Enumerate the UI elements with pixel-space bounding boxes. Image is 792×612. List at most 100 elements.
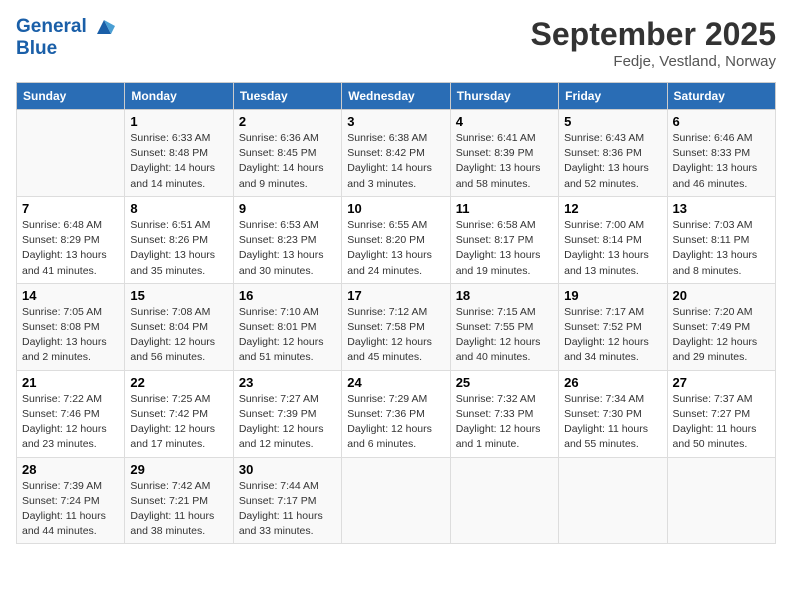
day-info: Sunrise: 7:00 AMSunset: 8:14 PMDaylight:… — [564, 218, 661, 279]
logo-text: General — [16, 16, 115, 38]
day-cell: 8 Sunrise: 6:51 AMSunset: 8:26 PMDaylight… — [125, 196, 233, 283]
day-number: 9 — [239, 201, 336, 216]
day-cell: 9 Sunrise: 6:53 AMSunset: 8:23 PMDaylight… — [233, 196, 341, 283]
day-number: 19 — [564, 288, 661, 303]
day-cell — [342, 457, 450, 544]
header-cell-wednesday: Wednesday — [342, 83, 450, 110]
day-info: Sunrise: 7:17 AMSunset: 7:52 PMDaylight:… — [564, 305, 661, 366]
day-cell: 20Sunrise: 7:20 AMSunset: 7:49 PMDayligh… — [667, 283, 775, 370]
day-cell: 27 Sunrise: 7:37 AMSunset: 7:27 PMDayligh… — [667, 370, 775, 457]
day-cell: 2Sunrise: 6:36 AMSunset: 8:45 PMDaylight… — [233, 110, 341, 197]
week-row-2: 7Sunrise: 6:48 AMSunset: 8:29 PMDaylight… — [17, 196, 776, 283]
day-info: Sunrise: 7:34 AMSunset: 7:30 PMDaylight:… — [564, 392, 661, 453]
page-header: General Blue September 2025 Fedje, Vestl… — [16, 16, 776, 70]
day-cell: 22 Sunrise: 7:25 AMSunset: 7:42 PMDayligh… — [125, 370, 233, 457]
day-info: Sunrise: 7:29 AMSunset: 7:36 PMDaylight:… — [347, 392, 444, 453]
day-number: 4 — [456, 114, 553, 129]
day-cell: 12 Sunrise: 7:00 AMSunset: 8:14 PMDayligh… — [559, 196, 667, 283]
header-cell-thursday: Thursday — [450, 83, 558, 110]
day-number: 12 — [564, 201, 661, 216]
day-cell: 23Sunrise: 7:27 AMSunset: 7:39 PMDayligh… — [233, 370, 341, 457]
day-info: Sunrise: 6:51 AMSunset: 8:26 PMDaylight:… — [130, 218, 227, 279]
day-cell: 15 Sunrise: 7:08 AMSunset: 8:04 PMDayligh… — [125, 283, 233, 370]
day-number: 1 — [130, 114, 227, 129]
day-cell — [559, 457, 667, 544]
day-cell: 29 Sunrise: 7:42 AMSunset: 7:21 PMDayligh… — [125, 457, 233, 544]
day-info: Sunrise: 7:03 AMSunset: 8:11 PMDaylight:… — [673, 218, 770, 279]
week-row-4: 21 Sunrise: 7:22 AMSunset: 7:46 PMDayligh… — [17, 370, 776, 457]
day-info: Sunrise: 6:33 AMSunset: 8:48 PMDaylight:… — [130, 131, 227, 192]
day-info: Sunrise: 7:12 AMSunset: 7:58 PMDaylight:… — [347, 305, 444, 366]
day-info: Sunrise: 7:10 AMSunset: 8:01 PMDaylight:… — [239, 305, 336, 366]
day-number: 2 — [239, 114, 336, 129]
day-number: 30 — [239, 462, 336, 477]
day-cell: 26 Sunrise: 7:34 AMSunset: 7:30 PMDayligh… — [559, 370, 667, 457]
day-info: Sunrise: 6:41 AMSunset: 8:39 PMDaylight:… — [456, 131, 553, 192]
day-info: Sunrise: 7:27 AMSunset: 7:39 PMDaylight:… — [239, 392, 336, 453]
day-cell: 17Sunrise: 7:12 AMSunset: 7:58 PMDayligh… — [342, 283, 450, 370]
header-row: SundayMondayTuesdayWednesdayThursdayFrid… — [17, 83, 776, 110]
day-cell: 1 Sunrise: 6:33 AMSunset: 8:48 PMDaylight… — [125, 110, 233, 197]
day-cell: 16 Sunrise: 7:10 AMSunset: 8:01 PMDayligh… — [233, 283, 341, 370]
day-cell: 10 Sunrise: 6:55 AMSunset: 8:20 PMDayligh… — [342, 196, 450, 283]
week-row-3: 14 Sunrise: 7:05 AMSunset: 8:08 PMDayligh… — [17, 283, 776, 370]
day-cell — [667, 457, 775, 544]
day-number: 26 — [564, 375, 661, 390]
day-cell — [450, 457, 558, 544]
day-info: Sunrise: 7:42 AMSunset: 7:21 PMDaylight:… — [130, 479, 227, 540]
week-row-5: 28 Sunrise: 7:39 AMSunset: 7:24 PMDayligh… — [17, 457, 776, 544]
day-info: Sunrise: 7:25 AMSunset: 7:42 PMDaylight:… — [130, 392, 227, 453]
day-number: 14 — [22, 288, 119, 303]
day-info: Sunrise: 7:44 AMSunset: 7:17 PMDaylight:… — [239, 479, 336, 540]
day-info: Sunrise: 6:53 AMSunset: 8:23 PMDaylight:… — [239, 218, 336, 279]
header-cell-sunday: Sunday — [17, 83, 125, 110]
day-number: 10 — [347, 201, 444, 216]
day-cell: 3 Sunrise: 6:38 AMSunset: 8:42 PMDaylight… — [342, 110, 450, 197]
day-cell: 30 Sunrise: 7:44 AMSunset: 7:17 PMDayligh… — [233, 457, 341, 544]
day-number: 29 — [130, 462, 227, 477]
day-number: 8 — [130, 201, 227, 216]
day-cell: 7Sunrise: 6:48 AMSunset: 8:29 PMDaylight… — [17, 196, 125, 283]
day-info: Sunrise: 7:37 AMSunset: 7:27 PMDaylight:… — [673, 392, 770, 453]
day-number: 18 — [456, 288, 553, 303]
logo: General Blue — [16, 16, 115, 60]
day-cell: 24Sunrise: 7:29 AMSunset: 7:36 PMDayligh… — [342, 370, 450, 457]
day-info: Sunrise: 6:55 AMSunset: 8:20 PMDaylight:… — [347, 218, 444, 279]
day-number: 15 — [130, 288, 227, 303]
day-cell: 28 Sunrise: 7:39 AMSunset: 7:24 PMDayligh… — [17, 457, 125, 544]
day-number: 11 — [456, 201, 553, 216]
day-cell — [17, 110, 125, 197]
day-number: 25 — [456, 375, 553, 390]
day-cell: 14 Sunrise: 7:05 AMSunset: 8:08 PMDayligh… — [17, 283, 125, 370]
day-info: Sunrise: 7:15 AMSunset: 7:55 PMDaylight:… — [456, 305, 553, 366]
day-number: 16 — [239, 288, 336, 303]
day-info: Sunrise: 7:05 AMSunset: 8:08 PMDaylight:… — [22, 305, 119, 366]
header-cell-monday: Monday — [125, 83, 233, 110]
day-number: 27 — [673, 375, 770, 390]
day-number: 28 — [22, 462, 119, 477]
logo-line2: Blue — [16, 38, 115, 60]
day-info: Sunrise: 7:39 AMSunset: 7:24 PMDaylight:… — [22, 479, 119, 540]
logo-icon — [93, 16, 115, 38]
day-cell: 19 Sunrise: 7:17 AMSunset: 7:52 PMDayligh… — [559, 283, 667, 370]
day-number: 3 — [347, 114, 444, 129]
day-info: Sunrise: 6:43 AMSunset: 8:36 PMDaylight:… — [564, 131, 661, 192]
day-info: Sunrise: 6:38 AMSunset: 8:42 PMDaylight:… — [347, 131, 444, 192]
day-cell: 25 Sunrise: 7:32 AMSunset: 7:33 PMDayligh… — [450, 370, 558, 457]
day-number: 21 — [22, 375, 119, 390]
day-info: Sunrise: 7:32 AMSunset: 7:33 PMDaylight:… — [456, 392, 553, 453]
header-cell-tuesday: Tuesday — [233, 83, 341, 110]
day-info: Sunrise: 6:58 AMSunset: 8:17 PMDaylight:… — [456, 218, 553, 279]
calendar-table: SundayMondayTuesdayWednesdayThursdayFrid… — [16, 82, 776, 544]
page-title: September 2025 — [531, 16, 776, 53]
day-number: 7 — [22, 201, 119, 216]
header-cell-saturday: Saturday — [667, 83, 775, 110]
day-number: 13 — [673, 201, 770, 216]
day-cell: 11 Sunrise: 6:58 AMSunset: 8:17 PMDayligh… — [450, 196, 558, 283]
day-number: 20 — [673, 288, 770, 303]
page-subtitle: Fedje, Vestland, Norway — [531, 53, 776, 70]
day-info: Sunrise: 7:08 AMSunset: 8:04 PMDaylight:… — [130, 305, 227, 366]
day-info: Sunrise: 7:22 AMSunset: 7:46 PMDaylight:… — [22, 392, 119, 453]
day-number: 22 — [130, 375, 227, 390]
day-cell: 5Sunrise: 6:43 AMSunset: 8:36 PMDaylight… — [559, 110, 667, 197]
